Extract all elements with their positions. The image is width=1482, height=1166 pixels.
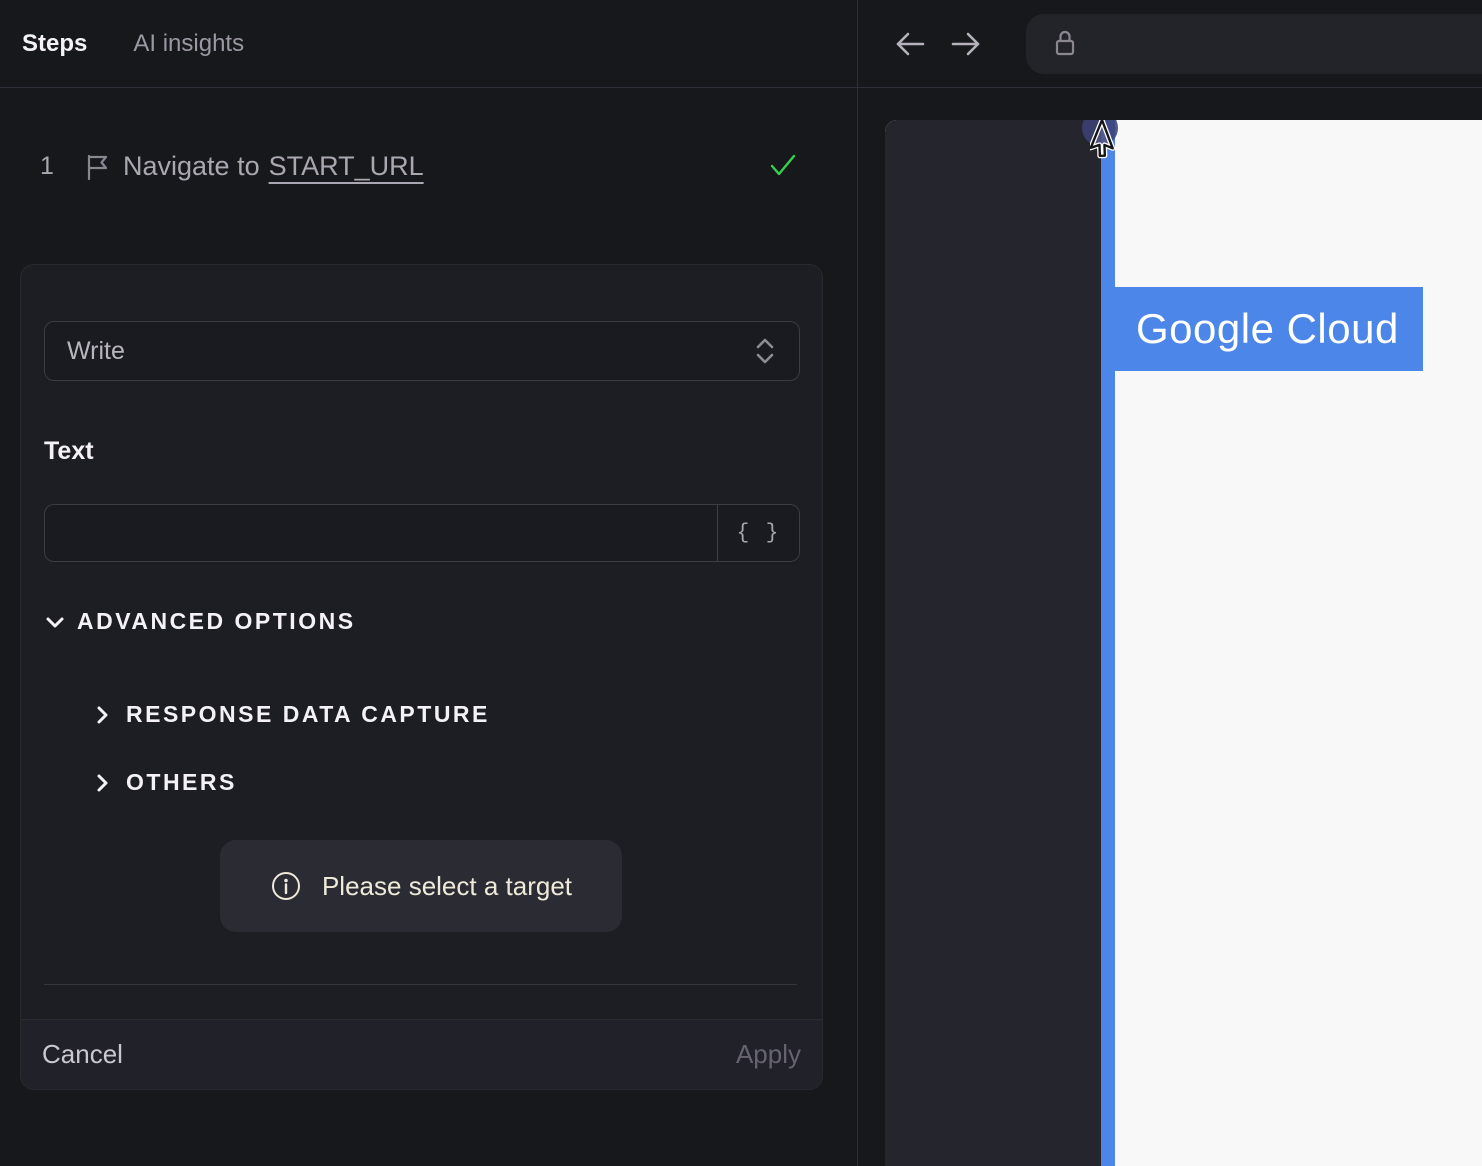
response-data-capture-toggle[interactable]: RESPONSE DATA CAPTURE xyxy=(91,701,490,728)
step-title: Navigate to START_URL xyxy=(123,138,424,194)
steps-panel: Steps AI insights 1 Navigate to START_UR… xyxy=(0,0,857,1166)
back-button[interactable] xyxy=(891,25,929,63)
page-sidebar-area xyxy=(885,120,1101,1166)
text-input[interactable] xyxy=(45,505,717,561)
forward-arrow-icon xyxy=(947,25,985,63)
lock-icon xyxy=(1048,24,1082,64)
chevron-right-icon xyxy=(91,704,113,726)
select-updown-icon xyxy=(753,336,777,366)
browser-chrome xyxy=(858,0,1482,88)
action-select[interactable]: Write xyxy=(44,321,800,381)
text-field-label: Text xyxy=(44,437,94,465)
app-window: Steps AI insights 1 Navigate to START_UR… xyxy=(0,0,1482,1166)
google-cloud-banner[interactable]: Google Cloud xyxy=(1101,287,1423,371)
back-arrow-icon xyxy=(891,25,929,63)
advanced-options-toggle[interactable]: ADVANCED OPTIONS xyxy=(44,608,356,635)
panel-tab-bar: Steps AI insights xyxy=(0,0,857,88)
chevron-right-icon xyxy=(91,772,113,794)
tab-ai-insights[interactable]: AI insights xyxy=(133,30,244,58)
step-row[interactable]: 1 Navigate to START_URL xyxy=(0,138,857,194)
page-accent-stripe xyxy=(1101,120,1115,1166)
start-url-link[interactable]: START_URL xyxy=(269,151,424,182)
flag-icon xyxy=(82,152,112,182)
check-icon xyxy=(768,151,798,181)
step-title-prefix: Navigate to xyxy=(123,150,260,181)
google-cloud-banner-text: Google Cloud xyxy=(1136,305,1399,352)
forward-button[interactable] xyxy=(947,25,985,63)
response-data-capture-label: RESPONSE DATA CAPTURE xyxy=(126,701,490,727)
cancel-button[interactable]: Cancel xyxy=(42,1039,123,1070)
others-toggle[interactable]: OTHERS xyxy=(91,769,237,796)
divider xyxy=(44,984,797,985)
step-number: 1 xyxy=(40,152,54,180)
text-input-group: { } xyxy=(44,504,800,562)
action-select-value: Write xyxy=(67,336,125,365)
step-editor-card: Write Text { } ADVANCED OPTIONS RESPONSE… xyxy=(20,264,823,1090)
chevron-down-icon xyxy=(44,611,66,633)
template-variable-button[interactable]: { } xyxy=(717,505,799,561)
cursor-pointer-icon xyxy=(1090,120,1116,159)
notice-text: Please select a target xyxy=(321,870,573,901)
browser-viewport[interactable]: Google Cloud xyxy=(885,120,1482,1166)
apply-button[interactable]: Apply xyxy=(736,1039,801,1070)
select-target-notice: Please select a target xyxy=(220,840,622,932)
editor-footer: Cancel Apply xyxy=(21,1019,822,1089)
advanced-options-label: ADVANCED OPTIONS xyxy=(77,608,356,634)
browser-panel: Google Cloud xyxy=(858,0,1482,1166)
others-label: OTHERS xyxy=(126,769,237,795)
tab-steps[interactable]: Steps xyxy=(22,30,87,58)
address-bar[interactable] xyxy=(1026,14,1482,74)
info-icon xyxy=(270,870,302,902)
